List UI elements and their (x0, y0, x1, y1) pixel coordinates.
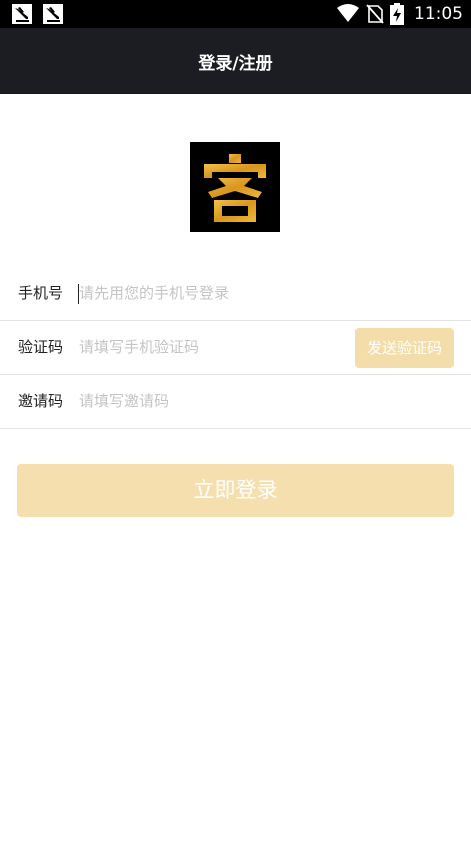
status-time: 11:05 (414, 4, 463, 24)
invite-input[interactable] (79, 388, 339, 414)
status-bar: 11:05 (0, 0, 471, 28)
phone-row: 手机号 (0, 267, 471, 321)
wifi-icon (337, 4, 359, 22)
app-logo-mark (204, 154, 266, 222)
no-sim-icon (366, 4, 384, 24)
invite-row: 邀请码 (0, 375, 471, 429)
battery-charging-icon (390, 3, 404, 25)
login-button[interactable]: 立即登录 (17, 464, 454, 517)
title-bar: 登录/注册 (0, 28, 471, 94)
page-title: 登录/注册 (198, 53, 273, 74)
code-input[interactable] (79, 334, 339, 360)
notification-icon (12, 4, 32, 24)
invite-label: 邀请码 (18, 392, 64, 410)
phone-label: 手机号 (18, 284, 64, 302)
phone-input[interactable] (79, 280, 339, 306)
send-code-button[interactable]: 发送验证码 (355, 328, 454, 368)
app-logo (190, 142, 280, 232)
notification-icon (43, 4, 63, 24)
code-label: 验证码 (18, 338, 64, 356)
code-row: 验证码 发送验证码 (0, 321, 471, 375)
